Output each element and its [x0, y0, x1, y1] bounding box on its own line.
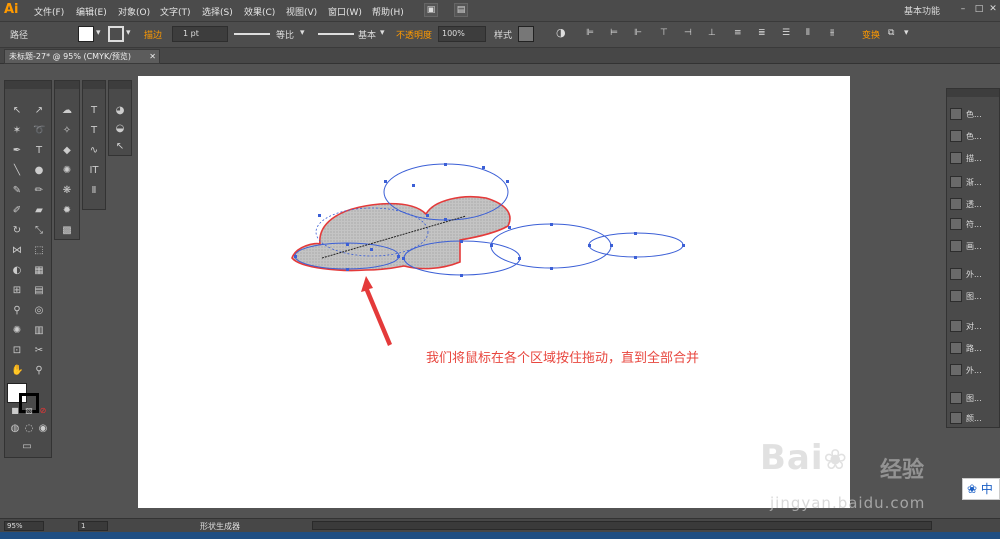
watermark-brand: Bai — [760, 438, 824, 478]
panel-label: 颜... — [966, 414, 982, 423]
panel-layers[interactable]: 图... — [950, 389, 996, 407]
panel-label: 描... — [966, 154, 982, 163]
transparency-icon — [950, 198, 962, 210]
panel-stroke[interactable]: 描... — [950, 149, 996, 167]
panel-label: 画... — [966, 242, 982, 251]
pathfinder-icon — [950, 342, 962, 354]
panel-appearance[interactable]: 外... — [950, 265, 996, 283]
panel-label: 外... — [966, 270, 982, 279]
panel-label: 图... — [966, 292, 982, 301]
artboard-number-field[interactable]: 1 — [78, 521, 108, 531]
panel-brushes[interactable]: 画... — [950, 237, 996, 255]
panel-label: 路... — [966, 344, 982, 353]
right-panel-dock: 色... 色... 描... 渐... 透... 符... 画... 外... … — [946, 88, 1000, 428]
panel-graphic-styles[interactable]: 图... — [950, 287, 996, 305]
zoom-value: 95% — [7, 522, 23, 530]
align-icon — [950, 320, 962, 332]
watermark-logo: Bai❀ — [760, 438, 848, 478]
panel-transparency[interactable]: 透... — [950, 195, 996, 213]
panel-label: 图... — [966, 394, 982, 403]
ellipse-path — [588, 232, 684, 258]
status-bar: 95% 1 形状生成器 — [0, 518, 1000, 532]
panel-label: 对... — [966, 322, 982, 331]
watermark-url: jingyan.baidu.com — [770, 494, 926, 512]
side-badge-label: 中 — [980, 482, 993, 496]
panel-color[interactable]: 色... — [950, 105, 996, 123]
stroke-icon — [950, 152, 962, 164]
annotation-text: 我们将鼠标在各个区域按住拖动，直到全部合并 — [426, 351, 700, 366]
layers-icon — [950, 392, 962, 404]
panel-symbols[interactable]: 符... — [950, 215, 996, 233]
appearance-icon — [950, 268, 962, 280]
color-icon — [950, 108, 962, 120]
zoom-field[interactable]: 95% — [4, 521, 44, 531]
panel-appearance-2[interactable]: 外... — [950, 361, 996, 379]
panel-swatches[interactable]: 颜... — [950, 409, 996, 427]
annotation-arrow — [361, 276, 392, 346]
panel-gradient[interactable]: 渐... — [950, 173, 996, 191]
panel-label: 透... — [966, 200, 982, 209]
ellipse-path — [490, 223, 612, 269]
taskbar — [0, 532, 1000, 539]
panel-label: 渐... — [966, 178, 982, 187]
symbols-icon — [950, 218, 962, 230]
panel-label: 色... — [966, 132, 982, 141]
panel-header[interactable] — [947, 89, 999, 97]
panel-label: 符... — [966, 220, 982, 229]
side-badge[interactable]: ❀ 中 — [962, 478, 1000, 500]
horizontal-scrollbar[interactable] — [312, 521, 932, 530]
color-guide-icon — [950, 130, 962, 142]
brushes-icon — [950, 240, 962, 252]
panel-label: 色... — [966, 110, 982, 119]
panel-label: 外... — [966, 366, 982, 375]
merged-shape — [291, 195, 511, 272]
panel-color-guide[interactable]: 色... — [950, 127, 996, 145]
panel-pathfinder[interactable]: 路... — [950, 339, 996, 357]
artboard-number: 1 — [81, 522, 86, 530]
paw-icon: ❀ — [967, 482, 978, 496]
appearance-icon — [950, 364, 962, 376]
watermark-suffix: 经验 — [880, 458, 925, 483]
panel-align[interactable]: 对... — [950, 317, 996, 335]
gradient-icon — [950, 176, 962, 188]
swatches-icon — [950, 412, 962, 424]
paw-icon: ❀ — [823, 443, 848, 476]
current-tool-label[interactable]: 形状生成器 — [200, 521, 240, 532]
graphic-styles-icon — [950, 290, 962, 302]
artwork-canvas — [291, 163, 685, 346]
